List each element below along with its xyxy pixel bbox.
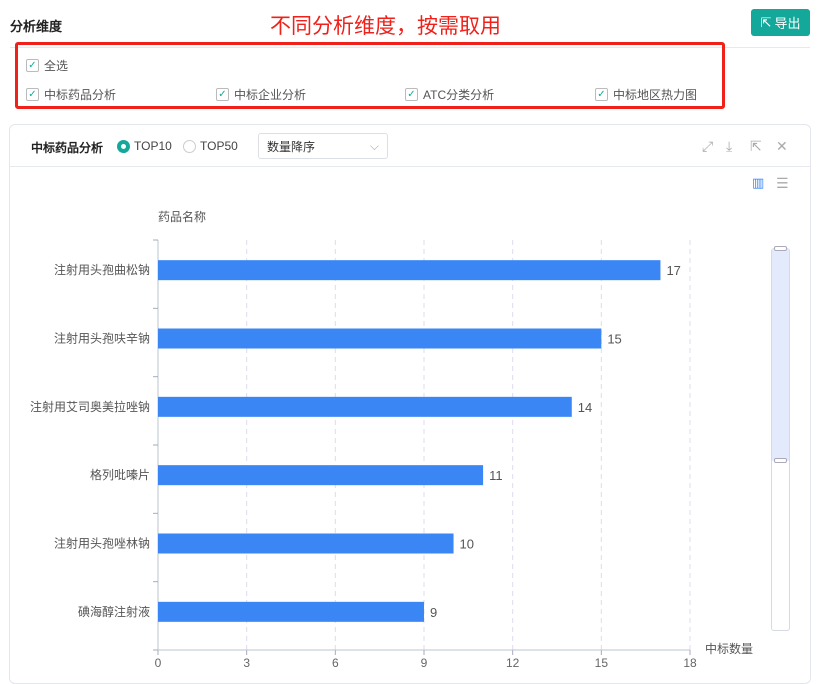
data-label: 9: [430, 605, 437, 620]
x-tick-label: 6: [332, 656, 339, 670]
x-tick-label: 15: [595, 656, 609, 670]
x-tick-label: 3: [243, 656, 250, 670]
x-tick-label: 9: [421, 656, 428, 670]
y-tick-label: 注射用头孢唑林钠: [54, 536, 150, 551]
bar-chart: 0 3 6 9 12 15 18 注射用头孢曲松钠 17 注射用头孢呋辛钠 15 注射用艾司奥美拉唑钠…: [30, 209, 753, 670]
data-label: 14: [578, 400, 592, 415]
bar: [158, 260, 661, 281]
zoom-handle-bottom[interactable]: [774, 458, 787, 463]
bar: [158, 396, 572, 417]
bar: [158, 328, 602, 349]
y-axis-title: 药品名称: [158, 209, 206, 224]
data-label: 15: [607, 332, 621, 347]
x-tick-label: 0: [155, 656, 162, 670]
y-tick-label: 注射用头孢呋辛钠: [54, 331, 150, 346]
y-tick-label: 格列吡嗪片: [90, 467, 150, 482]
y-tick-label: 碘海醇注射液: [78, 604, 150, 619]
x-tick-label: 18: [683, 656, 697, 670]
data-label: 10: [460, 537, 474, 552]
y-tick-label: 注射用头孢曲松钠: [54, 262, 150, 277]
bar: [158, 465, 484, 486]
zoom-handle-top[interactable]: [774, 246, 787, 251]
y-tick-label: 注射用艾司奥美拉唑钠: [30, 399, 150, 414]
zoom-slider-range[interactable]: [772, 249, 789, 461]
x-axis-title: 中标数量: [705, 641, 753, 656]
data-label: 11: [489, 468, 503, 483]
zoom-slider[interactable]: [771, 246, 790, 631]
bar: [158, 601, 424, 622]
x-tick-label: 12: [506, 656, 520, 670]
bar: [158, 533, 454, 554]
data-label: 17: [666, 263, 680, 278]
